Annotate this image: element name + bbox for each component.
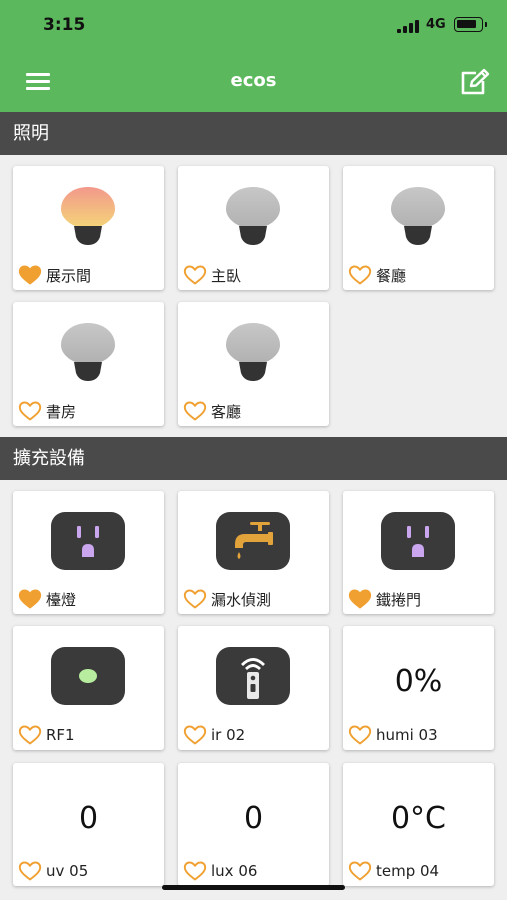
device-label: ir 02: [211, 726, 246, 744]
card-footer: temp 04: [348, 860, 490, 882]
bulb-off-icon: [390, 186, 446, 246]
page-title: ecos: [230, 70, 277, 91]
favorite-heart-icon[interactable]: [348, 725, 372, 745]
card-footer: RF1: [18, 724, 160, 746]
device-label: humi 03: [376, 726, 438, 744]
favorite-heart-icon[interactable]: [183, 401, 207, 421]
battery-icon: [454, 17, 487, 32]
favorite-heart-icon[interactable]: [348, 265, 372, 285]
status-bar: 3:15 4G: [0, 0, 507, 52]
light-card[interactable]: 客廳: [178, 302, 329, 426]
outlet-icon: [51, 512, 125, 570]
device-label: 鐵捲門: [376, 590, 422, 609]
light-card[interactable]: 展示間: [13, 166, 164, 290]
light-label: 主臥: [211, 266, 242, 285]
device-card[interactable]: 漏水偵測: [178, 491, 329, 614]
device-label: RF1: [46, 726, 75, 744]
device-card[interactable]: 鐵捲門: [343, 491, 494, 614]
remote-icon: [216, 647, 290, 705]
outlet-icon: [381, 512, 455, 570]
favorite-heart-icon[interactable]: [348, 861, 372, 881]
device-label: lux 06: [211, 862, 258, 880]
sensor-value: 0%: [394, 664, 443, 699]
network-type: 4G: [426, 17, 446, 32]
rf-dot-icon: [51, 647, 125, 705]
card-footer: 展示間: [18, 264, 160, 286]
light-card[interactable]: 主臥: [178, 166, 329, 290]
edit-icon[interactable]: [459, 68, 491, 96]
device-label: uv 05: [46, 862, 89, 880]
card-footer: 檯燈: [18, 588, 160, 610]
device-label: 漏水偵測: [211, 590, 272, 609]
card-footer: 客廳: [183, 400, 325, 422]
card-footer: 餐廳: [348, 264, 490, 286]
device-card[interactable]: 0% humi 03: [343, 626, 494, 750]
light-card[interactable]: 書房: [13, 302, 164, 426]
section-header-lighting: 照明: [0, 112, 507, 155]
bulb-off-icon: [60, 322, 116, 382]
card-footer: lux 06: [183, 860, 325, 882]
bulb-off-icon: [225, 186, 281, 246]
status-time: 3:15: [43, 15, 86, 35]
app-header: ecos: [0, 52, 507, 112]
card-footer: humi 03: [348, 724, 490, 746]
light-label: 客廳: [211, 402, 242, 421]
faucet-icon: [216, 512, 290, 570]
favorite-heart-filled-icon[interactable]: [18, 265, 42, 285]
card-footer: 書房: [18, 400, 160, 422]
card-footer: 漏水偵測: [183, 588, 325, 610]
favorite-heart-icon[interactable]: [18, 861, 42, 881]
favorite-heart-icon[interactable]: [183, 589, 207, 609]
favorite-heart-filled-icon[interactable]: [348, 589, 372, 609]
card-footer: 主臥: [183, 264, 325, 286]
device-card[interactable]: 0 lux 06: [178, 763, 329, 886]
device-card[interactable]: ir 02: [178, 626, 329, 750]
device-label: 檯燈: [46, 590, 77, 609]
favorite-heart-icon[interactable]: [18, 725, 42, 745]
light-label: 書房: [46, 402, 77, 421]
sensor-value: 0: [243, 801, 264, 836]
home-indicator[interactable]: [162, 885, 345, 890]
device-card[interactable]: 0 uv 05: [13, 763, 164, 886]
device-card[interactable]: 檯燈: [13, 491, 164, 614]
bulb-off-icon: [225, 322, 281, 382]
favorite-heart-filled-icon[interactable]: [18, 589, 42, 609]
sensor-value: 0°C: [390, 801, 447, 836]
favorite-heart-icon[interactable]: [183, 725, 207, 745]
device-card[interactable]: 0°C temp 04: [343, 763, 494, 886]
card-footer: 鐵捲門: [348, 588, 490, 610]
device-label: temp 04: [376, 862, 440, 880]
light-label: 餐廳: [376, 266, 407, 285]
light-label: 展示間: [46, 266, 92, 285]
bulb-on-icon: [60, 186, 116, 246]
favorite-heart-icon[interactable]: [183, 861, 207, 881]
favorite-heart-icon[interactable]: [183, 265, 207, 285]
section-header-expansion: 擴充設備: [0, 437, 507, 480]
light-card[interactable]: 餐廳: [343, 166, 494, 290]
card-footer: ir 02: [183, 724, 325, 746]
device-card[interactable]: RF1: [13, 626, 164, 750]
favorite-heart-icon[interactable]: [18, 401, 42, 421]
sensor-value: 0: [78, 801, 99, 836]
card-footer: uv 05: [18, 860, 160, 882]
signal-icon: [397, 20, 421, 33]
